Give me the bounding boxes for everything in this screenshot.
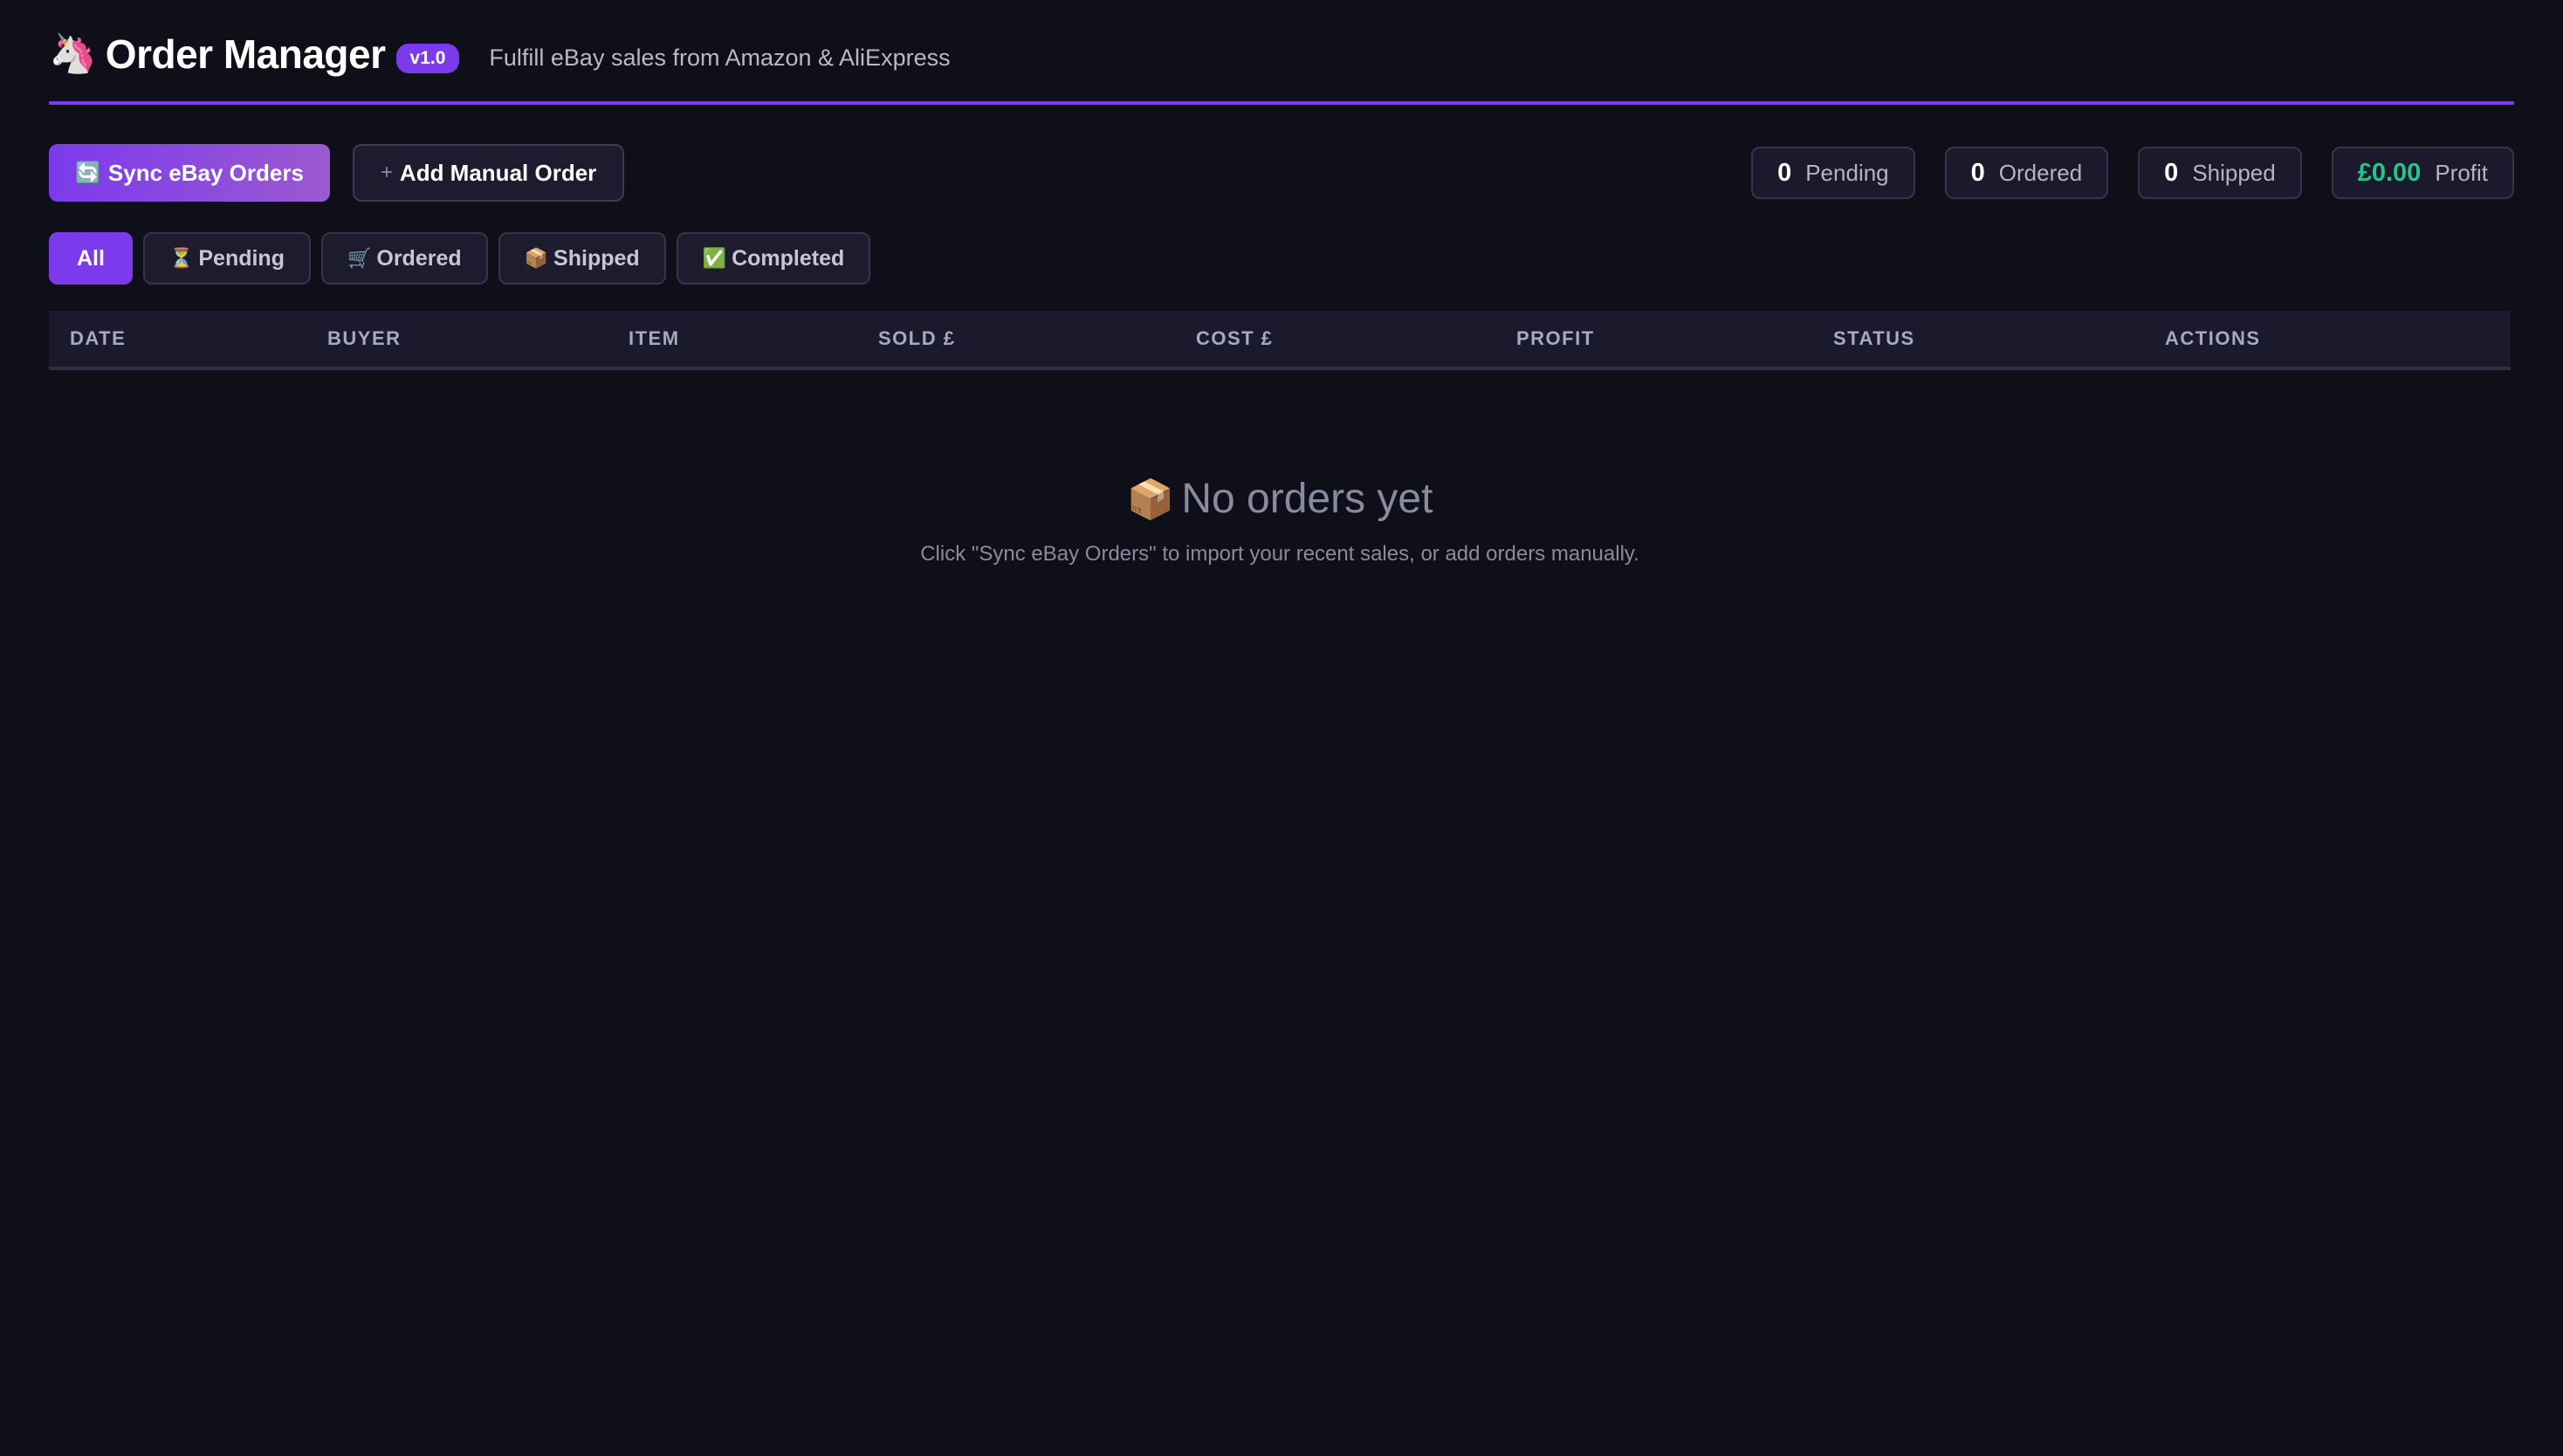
column-header-profit[interactable]: Profit (1495, 327, 1812, 350)
package-icon: 📦 (1126, 477, 1175, 521)
hourglass-icon: ⏳ (168, 247, 194, 269)
app-subtitle: Fulfill eBay sales from Amazon & AliExpr… (489, 44, 951, 71)
stat-ordered: 0 Ordered (1944, 147, 2109, 199)
filter-tab-label: All (77, 245, 105, 271)
column-header-sold[interactable]: Sold £ (857, 327, 1175, 350)
column-header-item[interactable]: Item (608, 327, 857, 350)
stat-value: 0 (1970, 158, 1985, 187)
stat-label: Profit (2435, 159, 2488, 186)
cart-icon: 🛒 (347, 247, 372, 269)
toolbar: 🔄 Sync eBay Orders + Add Manual Order 0 … (49, 143, 2514, 203)
unicorn-logo-icon: 🦄 (49, 32, 97, 75)
column-header-buyer[interactable]: Buyer (306, 327, 608, 350)
plus-icon: + (380, 161, 393, 184)
stat-label: Pending (1805, 159, 1889, 186)
stat-label: Ordered (1998, 159, 2083, 186)
orders-table: Date Buyer Item Sold £ Cost £ Profit Sta… (49, 311, 2511, 370)
filter-tab-label: Completed (732, 245, 845, 271)
stat-value: 0 (1777, 158, 1792, 187)
column-header-cost[interactable]: Cost £ (1175, 327, 1495, 350)
add-button-label: Add Manual Order (399, 159, 597, 186)
add-manual-order-button[interactable]: + Add Manual Order (352, 144, 625, 202)
filter-tab-pending[interactable]: ⏳ Pending (142, 232, 311, 285)
stat-label: Shipped (2192, 159, 2276, 186)
column-header-date[interactable]: Date (49, 327, 306, 350)
order-manager-app: 🦄 Order Manager v1.0 Fulfill eBay sales … (0, 0, 2563, 1456)
filter-tab-label: Pending (198, 245, 285, 271)
stat-shipped: 0 Shipped (2138, 147, 2302, 199)
filter-tab-ordered[interactable]: 🛒 Ordered (320, 232, 488, 285)
stat-pending: 0 Pending (1751, 147, 1915, 199)
filter-tab-label: Ordered (376, 245, 462, 271)
header: 🦄 Order Manager v1.0 Fulfill eBay sales … (49, 0, 2514, 105)
stats-bar: 0 Pending 0 Ordered 0 Shipped £0.00 Prof… (1721, 147, 2514, 199)
check-mark-icon: ✅ (702, 247, 727, 269)
sync-button-label: Sync eBay Orders (107, 159, 304, 186)
app-title: Order Manager (105, 31, 386, 77)
filter-tab-completed[interactable]: ✅ Completed (676, 232, 871, 285)
column-header-actions: Actions (2165, 327, 2261, 349)
empty-state-title-row: 📦 No orders yet (49, 475, 2511, 523)
version-badge: v1.0 (395, 44, 460, 73)
table-header-row: Date Buyer Item Sold £ Cost £ Profit Sta… (49, 311, 2511, 370)
status-filter-tabs: All ⏳ Pending 🛒 Ordered 📦 Shipped ✅ Comp… (49, 232, 2514, 285)
column-header-status[interactable]: Status (1812, 327, 2144, 350)
stat-profit: £0.00 Profit (2331, 147, 2514, 199)
package-icon: 📦 (524, 247, 549, 269)
filter-tab-shipped[interactable]: 📦 Shipped (498, 232, 666, 285)
empty-state: 📦 No orders yet Click "Sync eBay Orders"… (49, 475, 2511, 567)
empty-state-title: No orders yet (1181, 476, 1433, 522)
filter-tab-label: Shipped (553, 245, 640, 271)
stat-value: £0.00 (2357, 158, 2422, 187)
sync-icon: 🔄 (75, 161, 101, 185)
stat-value: 0 (2164, 158, 2179, 187)
empty-state-description: Click "Sync eBay Orders" to import your … (920, 542, 1639, 566)
filter-tab-all[interactable]: All (49, 232, 133, 285)
sync-ebay-orders-button[interactable]: 🔄 Sync eBay Orders (49, 144, 330, 202)
